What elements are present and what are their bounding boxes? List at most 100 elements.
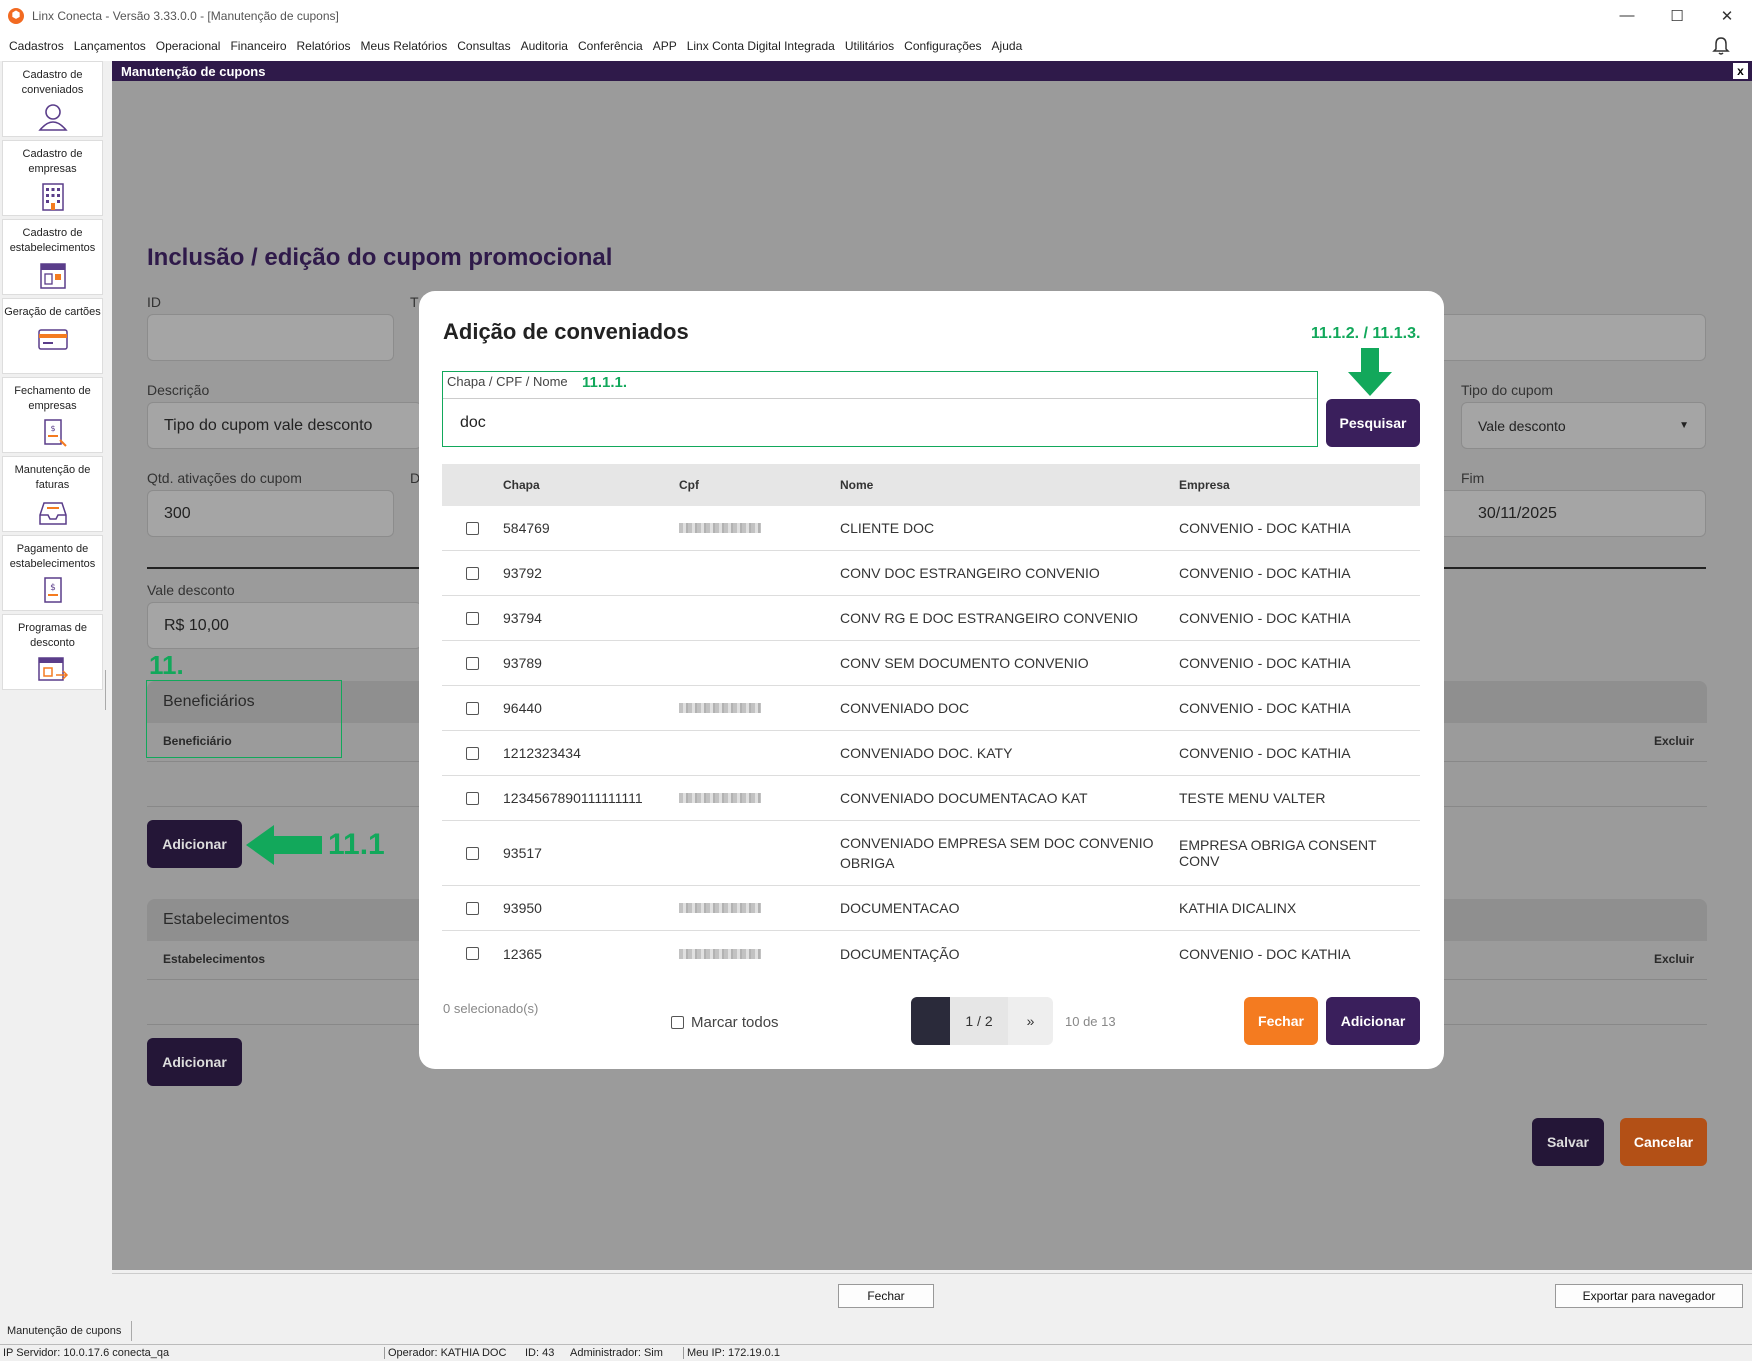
menu-configuracoes[interactable]: Configurações	[904, 39, 981, 53]
table-row[interactable]: 1212323434 CONVENIADO DOC. KATY CONVENIO…	[442, 731, 1420, 776]
fim-field[interactable]: 30/11/2025	[1412, 490, 1706, 537]
nome-cell: DOCUMENTACAO	[840, 900, 960, 916]
table-row[interactable]: 584769 CLIENTE DOC CONVENIO - DOC KATHIA	[442, 506, 1420, 551]
id-field[interactable]	[147, 314, 394, 361]
close-icon[interactable]: ✕	[1702, 0, 1752, 31]
maximize-icon[interactable]: ☐	[1652, 0, 1702, 31]
status-operador: Operador: KATHIA DOC	[384, 1347, 506, 1359]
row-checkbox[interactable]	[466, 656, 479, 670]
svg-text:$: $	[50, 583, 56, 593]
right-top-field[interactable]	[1412, 314, 1706, 361]
salvar-button[interactable]: Salvar	[1532, 1118, 1604, 1166]
empresa-cell: EMPRESA OBRIGA CONSENT CONV	[1179, 837, 1377, 869]
building-icon	[36, 181, 70, 211]
adicionar-estabelecimento-button[interactable]: Adicionar	[147, 1038, 242, 1086]
page-indicator: 1 / 2	[950, 997, 1008, 1045]
table-row[interactable]: 96440 CONVENIADO DOC CONVENIO - DOC KATH…	[442, 686, 1420, 731]
empresa-column-header: Empresa	[1179, 478, 1230, 492]
tab-manutencao-cupons[interactable]: Manutenção de cupons	[2, 1321, 132, 1341]
cpf-cell-redacted	[679, 903, 761, 913]
chapa-cell: 12365	[503, 945, 542, 962]
pagination: 1 / 2 »	[911, 997, 1053, 1045]
menu-utilitarios[interactable]: Utilitários	[845, 39, 894, 53]
document-tabs: Manutenção de cupons	[0, 1318, 1752, 1344]
exportar-navegador-button[interactable]: Exportar para navegador	[1555, 1284, 1743, 1308]
annotation-11-1: 11.1	[328, 828, 385, 861]
chapa-cell: 1234567890111111111	[503, 790, 643, 806]
menu-auditoria[interactable]: Auditoria	[521, 39, 568, 53]
vale-desconto-field[interactable]: R$ 10,00	[147, 602, 422, 649]
chevron-down-icon: ▼	[1679, 420, 1689, 431]
row-checkbox[interactable]	[466, 746, 479, 760]
sidebar-item-label: Manutenção de faturas	[14, 464, 91, 491]
row-checkbox[interactable]	[466, 901, 479, 915]
row-checkbox[interactable]	[466, 791, 479, 805]
row-checkbox[interactable]	[466, 846, 479, 860]
select-all-checkbox[interactable]	[671, 1016, 684, 1029]
window-titlebar: ⬢ Linx Conecta - Versão 3.33.0.0 - [Manu…	[0, 0, 1752, 31]
sidebar-item-fechamento[interactable]: Fechamento de empresas $	[2, 377, 103, 453]
menu-operacional[interactable]: Operacional	[156, 39, 221, 53]
table-row[interactable]: 93950 DOCUMENTACAO KATHIA DICALINX	[442, 886, 1420, 931]
adicionar-beneficiario-button[interactable]: Adicionar	[147, 820, 242, 868]
sidebar-item-faturas[interactable]: Manutenção de faturas	[2, 456, 103, 532]
table-row[interactable]: 93517 CONVENIADO EMPRESA SEM DOC CONVENI…	[442, 821, 1420, 886]
menu-ajuda[interactable]: Ajuda	[992, 39, 1023, 53]
adicao-conveniados-modal: Adição de conveniados 11.1.2. / 11.1.3. …	[419, 291, 1444, 1069]
nome-cell: CONVENIADO EMPRESA SEM DOC CONVENIO OBRI…	[840, 835, 1154, 871]
menu-linx-conta-digital[interactable]: Linx Conta Digital Integrada	[687, 39, 835, 53]
row-checkbox[interactable]	[466, 566, 479, 580]
sidebar-splitter[interactable]	[105, 670, 107, 710]
nome-cell: DOCUMENTAÇÃO	[840, 945, 960, 962]
descricao-field[interactable]: Tipo do cupom vale desconto	[147, 402, 422, 449]
sidebar-item-cartoes[interactable]: Geração de cartões	[2, 298, 103, 374]
sidebar-item-estabelecimentos[interactable]: Cadastro de estabelecimentos	[2, 219, 103, 295]
menu-lancamentos[interactable]: Lançamentos	[74, 39, 146, 53]
bottom-bar: Fechar Exportar para navegador	[112, 1273, 1752, 1316]
menu-relatorios[interactable]: Relatórios	[297, 39, 351, 53]
next-page-button[interactable]: »	[1008, 997, 1053, 1045]
cancelar-button[interactable]: Cancelar	[1620, 1118, 1707, 1166]
search-input[interactable]: doc	[443, 398, 1317, 446]
table-row[interactable]: 93794 CONV RG E DOC ESTRANGEIRO CONVENIO…	[442, 596, 1420, 641]
table-row[interactable]: 12365 DOCUMENTAÇÃO CONVENIO - DOC KATHIA	[442, 931, 1420, 976]
table-row[interactable]: 93789 CONV SEM DOCUMENTO CONVENIO CONVEN…	[442, 641, 1420, 686]
empresa-cell: CONVENIO - DOC KATHIA	[1179, 700, 1351, 716]
tipo-cupom-select[interactable]: Vale desconto ▼	[1461, 402, 1706, 449]
row-checkbox[interactable]	[466, 611, 479, 625]
sidebar: Cadastro de conveniados Cadastro de empr…	[0, 61, 104, 1270]
table-row[interactable]: 1234567890111111111 CONVENIADO DOCUMENTA…	[442, 776, 1420, 821]
fechar-window-button[interactable]: Fechar	[838, 1284, 934, 1308]
select-all[interactable]: Marcar todos	[671, 1014, 779, 1031]
row-checkbox[interactable]	[466, 521, 479, 535]
excluir-column-header: Excluir	[1654, 952, 1695, 966]
sidebar-item-conveniados[interactable]: Cadastro de conveniados	[2, 61, 103, 137]
sidebar-item-label: Programas de desconto	[17, 622, 88, 649]
prev-page-button[interactable]	[911, 997, 950, 1045]
qtd-ativacoes-field[interactable]: 300	[147, 490, 394, 537]
minimize-icon[interactable]: —	[1602, 0, 1652, 31]
adicionar-modal-button[interactable]: Adicionar	[1326, 997, 1420, 1045]
row-checkbox[interactable]	[466, 947, 479, 960]
sidebar-item-empresas[interactable]: Cadastro de empresas	[2, 140, 103, 216]
menu-conferencia[interactable]: Conferência	[578, 39, 643, 53]
bell-icon[interactable]	[1712, 36, 1730, 61]
status-administrador: Administrador: Sim	[570, 1347, 663, 1359]
menu-app[interactable]: APP	[653, 39, 677, 53]
sidebar-item-pagamento[interactable]: Pagamento de estabelecimentos $	[2, 535, 103, 611]
menu-financeiro[interactable]: Financeiro	[230, 39, 286, 53]
sidebar-item-programas[interactable]: Programas de desconto	[2, 614, 103, 690]
cpf-cell-redacted	[679, 523, 761, 533]
menu-consultas[interactable]: Consultas	[457, 39, 510, 53]
fechar-modal-button[interactable]: Fechar	[1244, 997, 1318, 1045]
table-row[interactable]: 93792 CONV DOC ESTRANGEIRO CONVENIO CONV…	[442, 551, 1420, 596]
chapa-cell: 93792	[503, 565, 542, 581]
panel-close-button[interactable]: x	[1733, 63, 1748, 79]
menu-cadastros[interactable]: Cadastros	[9, 39, 64, 53]
app-logo-icon: ⬢	[8, 7, 24, 24]
menu-bar: Cadastros Lançamentos Operacional Financ…	[0, 31, 1752, 61]
person-icon	[36, 102, 70, 132]
pesquisar-button[interactable]: Pesquisar	[1326, 399, 1420, 447]
menu-meus-relatorios[interactable]: Meus Relatórios	[361, 39, 448, 53]
row-checkbox[interactable]	[466, 701, 479, 715]
